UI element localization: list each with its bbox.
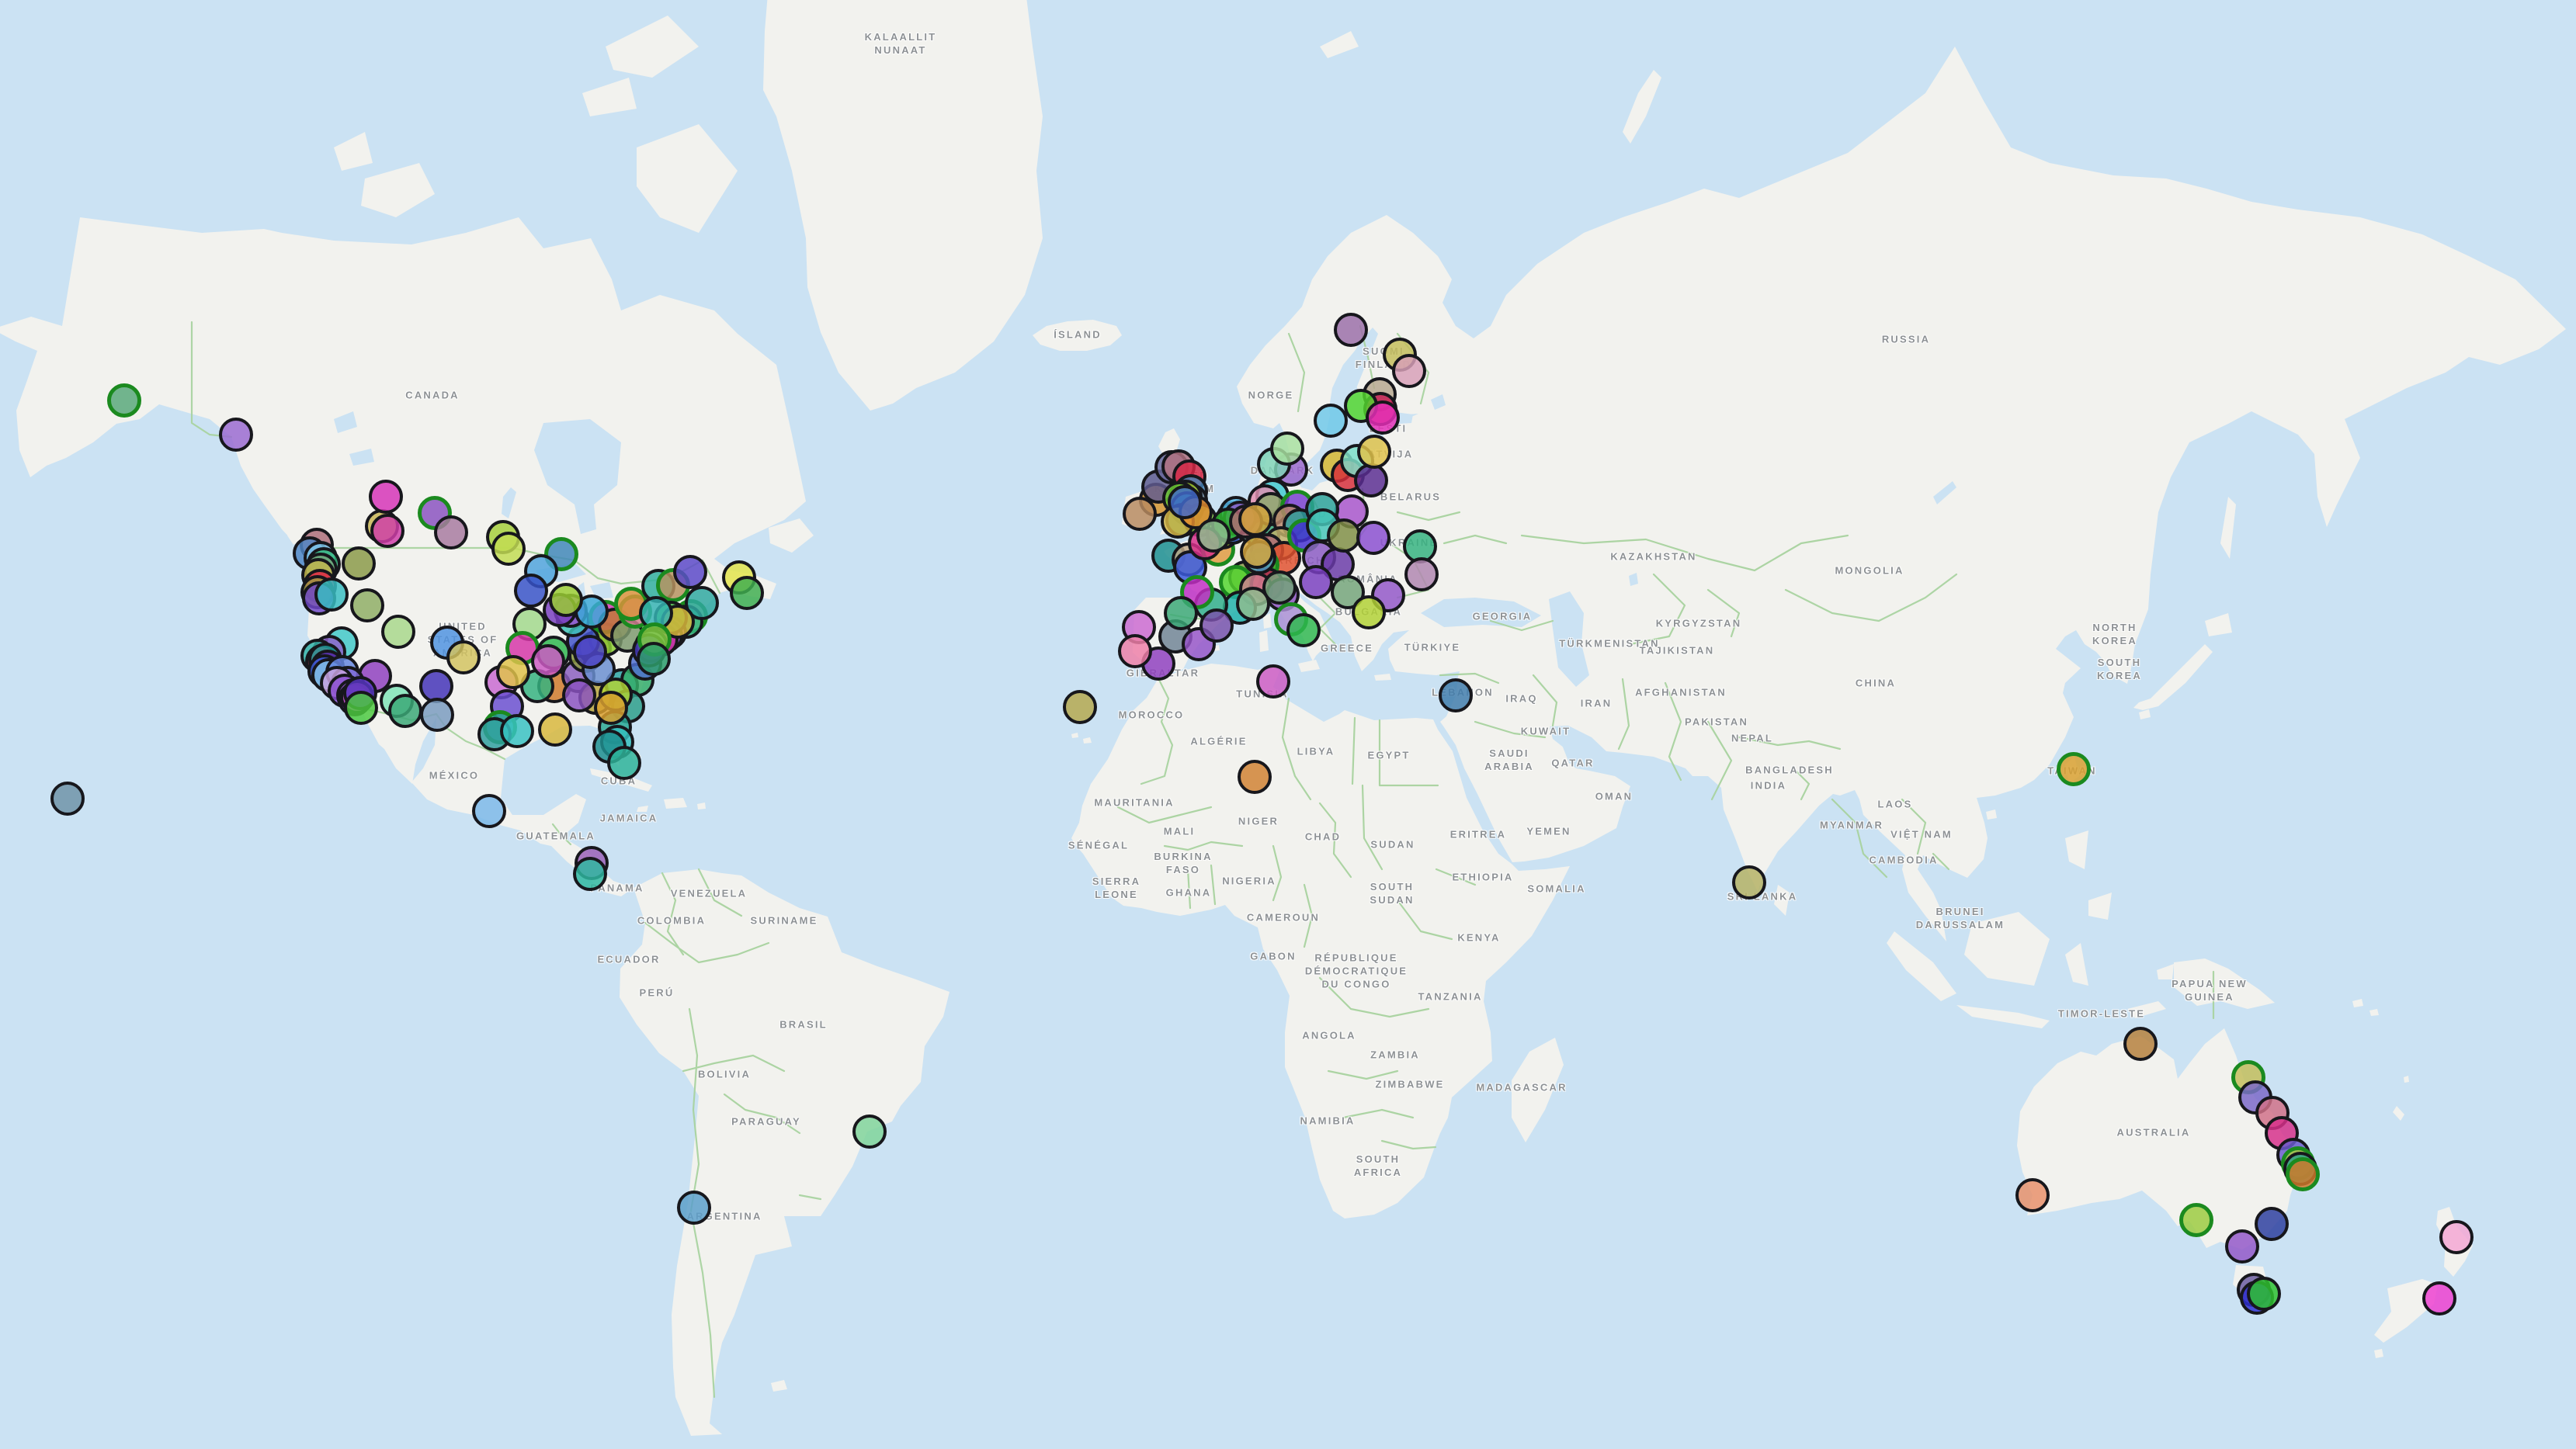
map-marker[interactable]	[1334, 313, 1368, 347]
map-marker[interactable]	[1168, 485, 1202, 519]
map-marker[interactable]	[369, 480, 403, 514]
map-marker[interactable]	[1238, 760, 1272, 794]
map-marker[interactable]	[434, 515, 468, 549]
map-marker[interactable]	[314, 577, 349, 612]
map-marker[interactable]	[2015, 1178, 2050, 1212]
map-marker[interactable]	[472, 794, 506, 828]
map-marker[interactable]	[607, 746, 641, 780]
map-marker[interactable]	[1270, 432, 1304, 466]
map-marker[interactable]	[514, 574, 548, 608]
map-marker[interactable]	[381, 615, 415, 649]
map-marker[interactable]	[496, 655, 530, 689]
map-marker[interactable]	[1164, 596, 1198, 630]
map-marker[interactable]	[1262, 570, 1297, 605]
map-marker[interactable]	[573, 635, 607, 669]
map-marker[interactable]	[2057, 752, 2091, 786]
map-marker[interactable]	[1199, 608, 1234, 643]
map-marker[interactable]	[1286, 613, 1321, 647]
map-marker[interactable]	[2179, 1203, 2213, 1237]
landmass-sumatra	[1887, 931, 1956, 1001]
map-marker[interactable]	[491, 532, 526, 566]
map-marker[interactable]	[2422, 1281, 2456, 1316]
map-marker[interactable]	[1238, 502, 1272, 536]
landmass-borneo	[1964, 912, 2050, 986]
map-marker[interactable]	[531, 644, 565, 678]
map-marker[interactable]	[2123, 1027, 2158, 1061]
map-marker[interactable]	[388, 694, 422, 728]
map-marker[interactable]	[730, 576, 764, 610]
map-marker[interactable]	[1314, 404, 1348, 438]
map-marker[interactable]	[1404, 557, 1439, 591]
map-marker[interactable]	[2255, 1207, 2289, 1241]
landmass-madagascar	[1512, 1038, 1564, 1142]
map-marker[interactable]	[1299, 565, 1333, 599]
landmass-sri-lanka	[1774, 885, 1790, 916]
map-marker[interactable]	[1240, 535, 1274, 569]
map-marker[interactable]	[2286, 1157, 2320, 1191]
map-marker[interactable]	[1357, 435, 1391, 469]
map-marker[interactable]	[350, 588, 384, 622]
map-marker[interactable]	[370, 514, 404, 548]
map-marker[interactable]	[1118, 634, 1152, 668]
map-marker[interactable]	[549, 583, 583, 617]
map-marker[interactable]	[538, 712, 572, 747]
map-marker[interactable]	[1063, 690, 1097, 724]
map-marker[interactable]	[342, 546, 376, 581]
map-marker[interactable]	[344, 691, 378, 725]
map-marker[interactable]	[1439, 678, 1473, 712]
map-marker[interactable]	[594, 691, 628, 725]
map-marker[interactable]	[1732, 865, 1766, 900]
landmass-java	[1956, 1005, 2050, 1028]
map-marker[interactable]	[1196, 518, 1231, 553]
map-marker[interactable]	[1256, 664, 1290, 699]
map-marker[interactable]	[637, 642, 671, 676]
map-marker[interactable]	[50, 782, 85, 816]
map-marker[interactable]	[1392, 354, 1426, 388]
map-marker[interactable]	[573, 857, 607, 891]
map-marker[interactable]	[2247, 1277, 2281, 1311]
map-marker[interactable]	[852, 1114, 887, 1149]
landmass-new-guinea	[2174, 958, 2275, 1009]
map-marker[interactable]	[562, 678, 596, 712]
map-marker[interactable]	[677, 1191, 711, 1225]
map-marker[interactable]	[1356, 521, 1390, 555]
world-map-canvas[interactable]: KALAALLIT NUNAATCANADARUSSIAÍSLANDNORGES…	[0, 0, 2576, 1449]
map-marker[interactable]	[446, 640, 481, 674]
landmass-japan	[2133, 644, 2213, 710]
map-marker[interactable]	[420, 698, 454, 732]
map-marker[interactable]	[673, 555, 707, 589]
map-marker[interactable]	[1366, 400, 1400, 435]
map-marker[interactable]	[219, 418, 253, 452]
map-marker[interactable]	[1352, 595, 1386, 629]
landmass-south-america	[620, 869, 950, 1436]
map-marker[interactable]	[2439, 1220, 2474, 1254]
landmass-sulawesi	[2065, 943, 2088, 986]
map-marker[interactable]	[2225, 1229, 2259, 1264]
map-marker[interactable]	[500, 714, 534, 748]
landmass-greenland	[763, 0, 1043, 411]
map-marker[interactable]	[107, 383, 141, 418]
landmass-iceland	[1033, 320, 1122, 351]
